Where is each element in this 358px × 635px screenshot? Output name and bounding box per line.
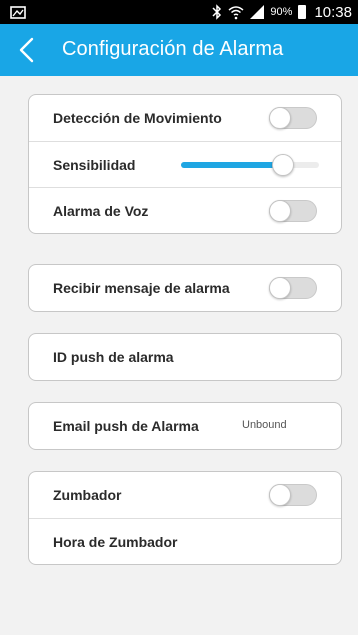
system-icons: 90% 10:38: [212, 3, 352, 21]
bluetooth-icon: [212, 4, 222, 20]
slider-thumb[interactable]: [272, 154, 295, 176]
email-push-row[interactable]: Email push de Alarma Unbound: [29, 403, 341, 449]
voice-alarm-label: Alarma de Voz: [53, 202, 149, 219]
voice-alarm-row: Alarma de Voz: [29, 187, 341, 233]
alarm-message-card: Recibir mensaje de alarma: [28, 264, 342, 312]
buzzer-row: Zumbador: [29, 472, 341, 518]
toggle-knob: [269, 484, 291, 506]
push-id-row[interactable]: ID push de alarma: [29, 334, 341, 380]
email-push-status: Unbound: [242, 419, 287, 431]
toggle-knob: [269, 200, 291, 222]
battery-percentage: 90%: [270, 6, 293, 18]
sensitivity-slider[interactable]: [181, 154, 319, 176]
buzzer-time-row[interactable]: Hora de Zumbador: [29, 518, 341, 564]
app-bar: Configuración de Alarma: [0, 24, 358, 76]
toggle-knob: [269, 107, 291, 129]
sensitivity-row: Sensibilidad: [29, 141, 341, 187]
gallery-icon: [10, 6, 26, 19]
page-title: Configuración de Alarma: [62, 38, 284, 60]
status-clock: 10:38: [314, 3, 352, 21]
signal-icon: [250, 5, 265, 19]
email-push-label: Email push de Alarma: [53, 418, 199, 434]
buzzer-time-label: Hora de Zumbador: [53, 533, 178, 550]
motion-detection-row: Detección de Movimiento: [29, 95, 341, 141]
slider-fill: [181, 162, 284, 168]
wifi-icon: [228, 6, 244, 20]
push-id-card[interactable]: ID push de alarma: [28, 333, 342, 381]
motion-detection-toggle[interactable]: [269, 107, 317, 129]
buzzer-card: Zumbador Hora de Zumbador: [28, 471, 342, 565]
status-bar: 90% 10:38: [0, 0, 358, 24]
chevron-left-icon[interactable]: [14, 36, 40, 64]
battery-icon: [298, 5, 307, 19]
buzzer-toggle[interactable]: [269, 484, 317, 506]
push-id-label: ID push de alarma: [53, 349, 174, 365]
motion-detection-label: Detección de Movimiento: [53, 110, 222, 126]
sensitivity-label: Sensibilidad: [53, 156, 136, 173]
email-push-card[interactable]: Email push de Alarma Unbound: [28, 402, 342, 450]
receive-alarm-label: Recibir mensaje de alarma: [53, 280, 230, 296]
buzzer-label: Zumbador: [53, 487, 122, 503]
receive-alarm-toggle[interactable]: [269, 277, 317, 299]
toggle-knob: [269, 277, 291, 299]
receive-alarm-row: Recibir mensaje de alarma: [29, 265, 341, 311]
voice-alarm-toggle[interactable]: [269, 200, 317, 222]
motion-settings-card: Detección de Movimiento Sensibilidad Ala…: [28, 94, 342, 234]
